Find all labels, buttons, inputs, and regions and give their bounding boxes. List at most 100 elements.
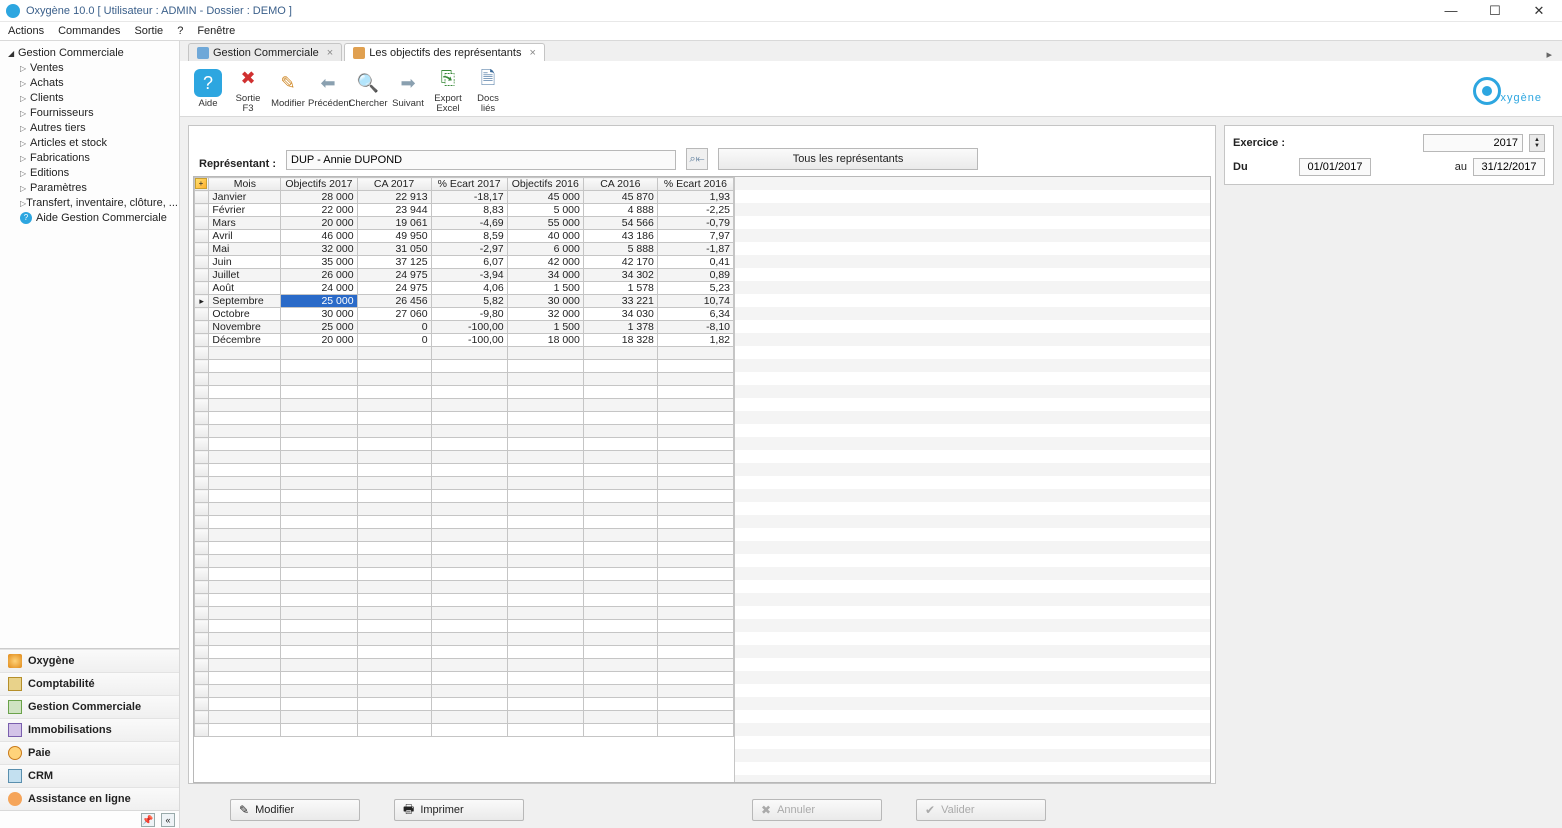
cell-ca2016[interactable]: 34 030 xyxy=(583,308,657,321)
table-row[interactable] xyxy=(195,425,734,438)
cell-mois[interactable]: Novembre xyxy=(209,321,281,334)
table-row[interactable] xyxy=(195,347,734,360)
cell-ecart2017[interactable]: 8,59 xyxy=(431,230,507,243)
tb-suivant[interactable]: ➡Suivant xyxy=(388,69,428,109)
close-icon[interactable]: × xyxy=(529,47,535,59)
cell-obj2017[interactable]: 20 000 xyxy=(281,217,357,230)
cell-mois[interactable]: Avril xyxy=(209,230,281,243)
table-row[interactable] xyxy=(195,386,734,399)
cell-ecart2016[interactable]: -1,87 xyxy=(657,243,733,256)
tree-clients[interactable]: Clients xyxy=(2,90,177,105)
row-indicator[interactable] xyxy=(195,217,209,230)
cell-ca2016[interactable]: 4 888 xyxy=(583,204,657,217)
data-grid[interactable]: + MoisObjectifs 2017CA 2017% Ecart 2017O… xyxy=(193,176,1211,783)
cell-ecart2017[interactable]: 6,07 xyxy=(431,256,507,269)
table-row[interactable]: Octobre30 00027 060-9,8032 00034 0306,34 xyxy=(195,308,734,321)
cell-obj2016[interactable]: 18 000 xyxy=(507,334,583,347)
col-header[interactable]: Objectifs 2016 xyxy=(507,178,583,191)
table-row[interactable]: Novembre25 0000-100,001 5001 378-8,10 xyxy=(195,321,734,334)
row-indicator[interactable] xyxy=(195,308,209,321)
row-indicator[interactable]: ▸ xyxy=(195,295,209,308)
cell-obj2017[interactable]: 32 000 xyxy=(281,243,357,256)
cell-mois[interactable]: Décembre xyxy=(209,334,281,347)
menu-help[interactable]: ? xyxy=(177,25,183,37)
row-indicator[interactable] xyxy=(195,256,209,269)
cell-obj2016[interactable]: 1 500 xyxy=(507,282,583,295)
cell-obj2016[interactable]: 55 000 xyxy=(507,217,583,230)
cell-ca2017[interactable]: 26 456 xyxy=(357,295,431,308)
cell-ecart2016[interactable]: 5,23 xyxy=(657,282,733,295)
close-button[interactable]: ✕ xyxy=(1526,3,1552,19)
tb-precedent[interactable]: ⬅Précédent xyxy=(308,69,348,109)
cell-mois[interactable]: Mai xyxy=(209,243,281,256)
cell-ca2016[interactable]: 54 566 xyxy=(583,217,657,230)
cell-ecart2017[interactable]: -2,97 xyxy=(431,243,507,256)
menu-fenetre[interactable]: Fenêtre xyxy=(197,25,235,37)
tb-aide[interactable]: ?Aide xyxy=(188,69,228,109)
table-row[interactable]: Décembre20 0000-100,0018 00018 3281,82 xyxy=(195,334,734,347)
col-header[interactable]: Objectifs 2017 xyxy=(281,178,357,191)
cell-obj2017[interactable]: 35 000 xyxy=(281,256,357,269)
table-row[interactable]: Mai32 00031 050-2,976 0005 888-1,87 xyxy=(195,243,734,256)
table-row[interactable] xyxy=(195,477,734,490)
cell-ca2017[interactable]: 24 975 xyxy=(357,269,431,282)
cell-obj2017[interactable]: 22 000 xyxy=(281,204,357,217)
col-header[interactable]: % Ecart 2017 xyxy=(431,178,507,191)
close-icon[interactable]: × xyxy=(327,47,333,59)
cell-obj2016[interactable]: 34 000 xyxy=(507,269,583,282)
table-row[interactable]: Mars20 00019 061-4,6955 00054 566-0,79 xyxy=(195,217,734,230)
cell-ecart2017[interactable]: -3,94 xyxy=(431,269,507,282)
row-indicator[interactable] xyxy=(195,269,209,282)
table-row[interactable] xyxy=(195,464,734,477)
tb-export-excel[interactable]: ⎘Export Excel xyxy=(428,64,468,113)
table-row[interactable] xyxy=(195,711,734,724)
cell-obj2017[interactable]: 20 000 xyxy=(281,334,357,347)
table-row[interactable] xyxy=(195,607,734,620)
navgroup-paie[interactable]: Paie xyxy=(0,741,179,764)
navgroup-immobilisations[interactable]: Immobilisations xyxy=(0,718,179,741)
cell-ecart2016[interactable]: 1,93 xyxy=(657,191,733,204)
cell-mois[interactable]: Juin xyxy=(209,256,281,269)
cell-obj2017[interactable]: 30 000 xyxy=(281,308,357,321)
cell-ca2017[interactable]: 27 060 xyxy=(357,308,431,321)
menu-commandes[interactable]: Commandes xyxy=(58,25,120,37)
tree-articles-stock[interactable]: Articles et stock xyxy=(2,135,177,150)
tree-root-gestion-commerciale[interactable]: Gestion Commerciale xyxy=(2,45,177,60)
cell-ca2016[interactable]: 1 378 xyxy=(583,321,657,334)
table-row[interactable] xyxy=(195,490,734,503)
year-spinner[interactable]: ▲▼ xyxy=(1529,134,1545,152)
cell-ecart2016[interactable]: 0,41 xyxy=(657,256,733,269)
cell-ca2016[interactable]: 43 186 xyxy=(583,230,657,243)
col-header[interactable]: CA 2017 xyxy=(357,178,431,191)
navgroup-assistance[interactable]: Assistance en ligne xyxy=(0,787,179,810)
row-indicator[interactable] xyxy=(195,243,209,256)
table-row[interactable] xyxy=(195,542,734,555)
cell-mois[interactable]: Août xyxy=(209,282,281,295)
cell-mois[interactable]: Janvier xyxy=(209,191,281,204)
cell-mois[interactable]: Mars xyxy=(209,217,281,230)
table-row[interactable] xyxy=(195,529,734,542)
col-header[interactable]: CA 2016 xyxy=(583,178,657,191)
table-row[interactable]: Avril46 00049 9508,5940 00043 1867,97 xyxy=(195,230,734,243)
cell-mois[interactable]: Juillet xyxy=(209,269,281,282)
date-to[interactable] xyxy=(1473,158,1545,176)
cell-ca2016[interactable]: 42 170 xyxy=(583,256,657,269)
tree-fournisseurs[interactable]: Fournisseurs xyxy=(2,105,177,120)
cell-ca2017[interactable]: 0 xyxy=(357,334,431,347)
row-indicator[interactable] xyxy=(195,321,209,334)
lookup-button[interactable]: ⌕⇤ xyxy=(686,148,708,170)
cell-mois[interactable]: Octobre xyxy=(209,308,281,321)
cell-obj2016[interactable]: 42 000 xyxy=(507,256,583,269)
pin-button[interactable]: 📌 xyxy=(141,813,155,827)
cell-ca2016[interactable]: 1 578 xyxy=(583,282,657,295)
navgroup-crm[interactable]: CRM xyxy=(0,764,179,787)
table-row[interactable]: Juillet26 00024 975-3,9434 00034 3020,89 xyxy=(195,269,734,282)
cell-ecart2016[interactable]: 1,82 xyxy=(657,334,733,347)
table-row[interactable] xyxy=(195,698,734,711)
cell-ecart2017[interactable]: 4,06 xyxy=(431,282,507,295)
table-row[interactable] xyxy=(195,581,734,594)
cell-obj2017[interactable]: 25 000 xyxy=(281,321,357,334)
all-representants-button[interactable]: Tous les représentants xyxy=(718,148,978,170)
tabs-overflow[interactable]: ▸ xyxy=(1546,48,1562,61)
navgroup-comptabilite[interactable]: Comptabilité xyxy=(0,672,179,695)
